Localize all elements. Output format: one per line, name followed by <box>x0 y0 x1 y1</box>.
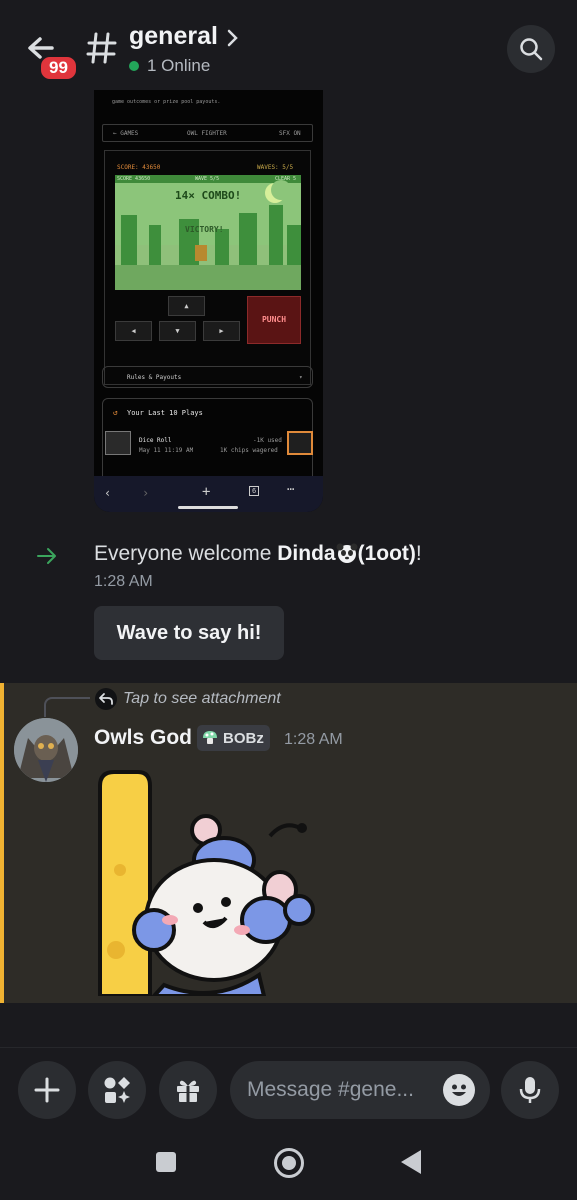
welcome-prefix: Everyone welcome <box>94 542 278 565</box>
smiley-icon <box>452 1084 466 1096</box>
browser-back-icon: ‹ <box>104 486 112 500</box>
online-status: 1 Online <box>129 56 210 76</box>
combo-text: 14× COMBO! <box>175 189 242 202</box>
hud-score: SCORE 43650 <box>117 176 151 182</box>
message-input-placeholder: Message #gene... <box>247 1078 414 1101</box>
owl-avatar-icon <box>14 718 78 782</box>
channel-title[interactable]: general <box>129 22 218 51</box>
welcome-suffix: ! <box>415 542 422 565</box>
tab-count: 6 <box>249 486 260 496</box>
message-timestamp: 1:28 AM <box>284 731 343 748</box>
reply-icon <box>95 688 117 710</box>
new-tab-icon: + <box>202 484 211 500</box>
apps-icon <box>104 1077 130 1103</box>
waves-label: WAVES: 5/5 <box>257 164 294 171</box>
game-panel: SCORE: 43650 WAVES: 5/5 SCORE 43650 WAVE… <box>104 150 311 385</box>
game-name: OWL FIGHTER <box>187 130 227 137</box>
reply-connector <box>44 697 90 717</box>
chevron-down-icon: ▾ <box>299 374 303 381</box>
message-input[interactable]: Message #gene... <box>230 1061 490 1119</box>
recents-button[interactable] <box>156 1152 176 1172</box>
browser-toolbar: ‹ › + 6 ⋯ <box>94 476 323 512</box>
rules-row: Rules & Payouts ▾ <box>102 366 313 388</box>
punch-button: PUNCH <box>247 296 301 344</box>
dpad-up-button: ▲ <box>168 296 205 316</box>
server-tag-label: BOBz <box>223 729 264 747</box>
discord-chat-screen: 99 general 1 Online game outcomes or pri… <box>0 0 577 1200</box>
last-plays-title: Your Last 10 Plays <box>127 409 203 417</box>
gift-button[interactable] <box>159 1061 217 1119</box>
system-back-button[interactable] <box>401 1150 421 1174</box>
last-plays-panel: ↺ Your Last 10 Plays Dice Roll May 11 11… <box>102 398 313 488</box>
slot-icon <box>105 431 131 455</box>
welcome-timestamp: 1:28 AM <box>94 573 153 590</box>
history-icon: ↺ <box>113 408 118 417</box>
join-arrow-icon <box>36 545 58 567</box>
dpad-left-button: ◀ <box>115 321 152 341</box>
welcome-user-handle: (1oot) <box>357 542 416 565</box>
apps-button[interactable] <box>88 1061 146 1119</box>
image-attachment[interactable]: game outcomes or prize pool payouts. ← G… <box>94 90 323 512</box>
mouse-sticker-icon <box>98 770 315 998</box>
hash-icon <box>86 30 118 66</box>
more-icon: ⋯ <box>287 482 295 496</box>
play-used: -1K used <box>253 437 282 444</box>
rules-label: Rules & Payouts <box>127 374 182 381</box>
sticker-image[interactable] <box>94 770 320 998</box>
chat-bubble-icon <box>287 431 313 455</box>
browser-forward-icon: › <box>142 486 150 500</box>
add-attachment-button[interactable] <box>18 1061 76 1119</box>
play-game: Dice Roll <box>139 437 172 444</box>
unread-badge: 99 <box>39 55 78 81</box>
dpad-right-button: ▶ <box>203 321 240 341</box>
game-viewport: SCORE 43650 WAVE 5/5 CLEAR 5 14× COMBO! … <box>115 175 301 290</box>
microphone-icon <box>519 1077 541 1103</box>
plus-icon <box>34 1077 60 1103</box>
play-wagered: 1K chips wagered <box>220 447 278 454</box>
online-dot-icon <box>129 61 139 71</box>
gift-icon <box>177 1080 199 1102</box>
message-author[interactable]: Owls God <box>94 726 192 750</box>
online-status-text: 1 Online <box>147 56 211 75</box>
server-tag[interactable]: BOBz <box>197 725 270 751</box>
emoji-button[interactable] <box>443 1074 475 1106</box>
wave-button[interactable]: Wave to say hi! <box>94 606 284 660</box>
play-time: May 11 11:19 AM <box>139 447 194 454</box>
owl-sprite <box>195 245 207 261</box>
welcome-message: Everyone welcome Dinda (1oot)! <box>94 542 422 566</box>
avatar[interactable] <box>14 718 78 782</box>
home-indicator <box>178 506 238 509</box>
hud-wave: WAVE 5/5 <box>195 176 220 182</box>
welcome-user-name[interactable]: Dinda <box>277 542 335 565</box>
voice-message-button[interactable] <box>501 1061 559 1119</box>
victory-text: VICTORY! <box>185 225 224 234</box>
mushroom-icon <box>201 729 219 747</box>
game-nav-bar: ← GAMES OWL FIGHTER SFX ON <box>102 124 313 142</box>
channel-header: 99 general 1 Online <box>0 0 577 92</box>
score-label: SCORE: 43650 <box>117 164 161 171</box>
pool-caption: game outcomes or prize pool payouts. <box>112 99 221 105</box>
panda-emoji-icon <box>336 542 358 564</box>
games-link: ← GAMES <box>113 130 139 137</box>
dpad-down-button: ▼ <box>159 321 196 341</box>
sfx-toggle: SFX ON <box>279 130 301 137</box>
home-button[interactable] <box>274 1148 304 1178</box>
search-icon <box>520 38 543 61</box>
mention-accent-bar <box>0 683 4 1003</box>
chevron-right-icon <box>225 27 241 49</box>
search-button[interactable] <box>507 25 555 73</box>
reply-preview[interactable]: Tap to see attachment <box>123 690 281 708</box>
